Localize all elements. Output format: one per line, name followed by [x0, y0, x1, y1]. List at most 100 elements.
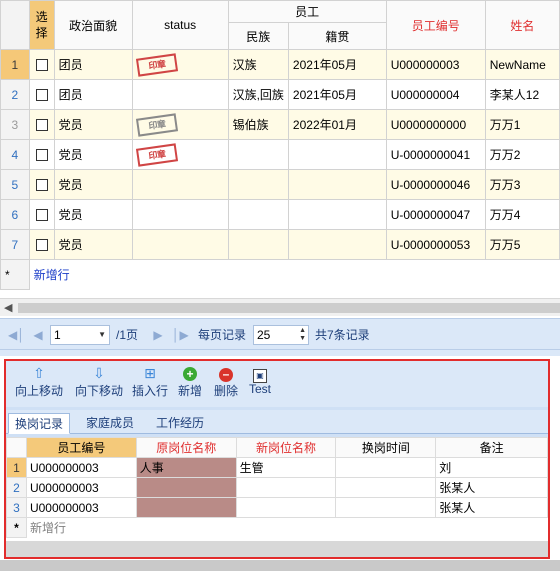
table-row[interactable]: 4 党员 印章 U-0000000041 万万2 — [0, 139, 560, 170]
status-cell[interactable]: 印章 — [131, 49, 229, 80]
status-cell[interactable] — [131, 229, 229, 260]
horizontal-scrollbar[interactable]: ◀ — [0, 298, 560, 316]
row-checkbox[interactable] — [28, 139, 55, 170]
ethnicity-cell[interactable] — [227, 139, 289, 170]
ethnicity-cell[interactable]: 汉族,回族 — [227, 79, 289, 110]
new-row[interactable]: * 新增行 — [6, 517, 548, 538]
status-cell[interactable] — [131, 199, 229, 230]
name-header[interactable]: 姓名 — [484, 0, 560, 50]
table-row[interactable]: 7 党员 U-0000000053 万万5 — [0, 229, 560, 260]
old-position-cell[interactable] — [135, 477, 237, 498]
table-row[interactable]: 1 团员 印章 汉族 2021年05月 U000000003 NewName — [0, 49, 560, 80]
table-row[interactable]: 3 U000000003 张某人 — [6, 497, 548, 518]
first-page-icon[interactable]: ◀│ — [8, 327, 25, 343]
status-cell[interactable]: 印章 — [131, 109, 229, 140]
new-position-cell[interactable] — [235, 477, 337, 498]
last-page-icon[interactable]: │▶ — [172, 327, 189, 343]
native-place-cell[interactable]: 2022年01月 — [287, 109, 387, 140]
employee-id-cell[interactable]: U000000004 — [385, 79, 486, 110]
table-row[interactable]: 6 党员 U-0000000047 万万4 — [0, 199, 560, 230]
status-cell[interactable] — [131, 169, 229, 200]
name-cell[interactable]: NewName — [484, 49, 560, 80]
employee-id-cell[interactable]: U-0000000053 — [385, 229, 486, 260]
test-button[interactable]: ▣ Test — [246, 364, 274, 396]
old-position-cell[interactable]: 人事 — [135, 457, 237, 478]
row-number[interactable]: 5 — [0, 169, 30, 200]
page-number-input[interactable]: 1 ▼ — [50, 325, 110, 345]
ethnicity-cell[interactable]: 汉族 — [227, 49, 289, 80]
employee-id-cell[interactable]: U-0000000047 — [385, 199, 486, 230]
remarks-cell[interactable]: 刘 — [435, 457, 548, 478]
name-cell[interactable]: 万万4 — [484, 199, 560, 230]
page-size-input[interactable]: 25 ▲ ▼ — [253, 325, 309, 345]
tab-family-members[interactable]: 家庭成员 — [80, 413, 140, 434]
row-number[interactable]: 3 — [0, 109, 30, 140]
native-place-header[interactable]: 籍贯 — [287, 22, 387, 50]
row-number[interactable]: 1 — [0, 49, 30, 80]
new-position-cell[interactable]: 生管 — [235, 457, 337, 478]
delete-button[interactable]: – 删除 — [212, 364, 240, 399]
political-cell[interactable]: 团员 — [53, 79, 133, 110]
status-cell[interactable] — [131, 79, 229, 110]
corner-cell[interactable] — [0, 0, 30, 50]
table-row[interactable]: 2 U000000003 张某人 — [6, 477, 548, 498]
political-cell[interactable]: 党员 — [53, 199, 133, 230]
move-down-button[interactable]: ⇩ 向下移动 — [72, 364, 126, 399]
row-number[interactable]: 6 — [0, 199, 30, 230]
table-row[interactable]: 1 U000000003 人事 生管 刘 — [6, 457, 548, 478]
political-header[interactable]: 政治面貌 — [53, 0, 133, 50]
political-cell[interactable]: 党员 — [53, 169, 133, 200]
ethnicity-cell[interactable] — [227, 199, 289, 230]
spinner-icon[interactable]: ▲ ▼ — [299, 327, 306, 343]
new-position-cell[interactable] — [235, 497, 337, 518]
row-number[interactable]: 1 — [6, 457, 27, 478]
remarks-header[interactable]: 备注 — [435, 437, 548, 458]
status-cell[interactable]: 印章 — [131, 139, 229, 170]
employee-id-cell[interactable]: U000000003 — [385, 49, 486, 80]
political-cell[interactable]: 党员 — [53, 229, 133, 260]
employee-id-header[interactable]: 员工编号 — [25, 437, 137, 458]
table-row[interactable]: 2 团员 汉族,回族 2021年05月 U000000004 李某人12 — [0, 79, 560, 110]
row-number[interactable]: 2 — [6, 477, 27, 498]
employee-id-cell[interactable]: U-0000000046 — [385, 169, 486, 200]
row-checkbox[interactable] — [28, 169, 55, 200]
ethnicity-cell[interactable] — [227, 169, 289, 200]
scrollbar-thumb[interactable] — [18, 303, 560, 313]
native-place-cell[interactable]: 2021年05月 — [287, 49, 387, 80]
employee-id-header[interactable]: 员工编号 — [385, 0, 486, 50]
employee-id-cell[interactable]: U000000003 — [25, 497, 137, 518]
name-cell[interactable]: 万万5 — [484, 229, 560, 260]
political-cell[interactable]: 党员 — [53, 109, 133, 140]
new-row[interactable]: * 新增行 — [0, 259, 560, 290]
name-cell[interactable]: 万万3 — [484, 169, 560, 200]
row-checkbox[interactable] — [28, 49, 55, 80]
table-row[interactable]: 3 党员 印章 锡伯族 2022年01月 U0000000000 万万1 — [0, 109, 560, 140]
native-place-cell[interactable]: 2021年05月 — [287, 79, 387, 110]
remarks-cell[interactable]: 张某人 — [435, 497, 548, 518]
change-time-cell[interactable] — [335, 477, 437, 498]
native-place-cell[interactable] — [287, 169, 387, 200]
row-number[interactable]: 3 — [6, 497, 27, 518]
next-page-icon[interactable]: ▶ — [150, 327, 166, 343]
tab-transfer-record[interactable]: 换岗记录 — [8, 413, 71, 434]
row-checkbox[interactable] — [28, 229, 55, 260]
employee-id-cell[interactable]: U000000003 — [25, 457, 137, 478]
status-header[interactable]: status — [131, 0, 229, 50]
row-checkbox[interactable] — [28, 109, 55, 140]
change-time-cell[interactable] — [335, 457, 437, 478]
move-up-button[interactable]: ⇧ 向上移动 — [12, 364, 66, 399]
change-time-header[interactable]: 换岗时间 — [335, 437, 437, 458]
ethnicity-cell[interactable]: 锡伯族 — [227, 109, 289, 140]
ethnicity-cell[interactable] — [227, 229, 289, 260]
name-cell[interactable]: 万万1 — [484, 109, 560, 140]
old-position-cell[interactable] — [135, 497, 237, 518]
employee-grid[interactable]: 选择 政治面貌 status 员工 员工编号 姓名 民族 籍贯 1 团员 印章 … — [0, 0, 560, 300]
new-row-label[interactable]: 新增行 — [29, 260, 559, 290]
native-place-cell[interactable] — [287, 139, 387, 170]
row-checkbox[interactable] — [28, 79, 55, 110]
new-position-header[interactable]: 新岗位名称 — [235, 437, 337, 458]
employee-id-cell[interactable]: U000000003 — [25, 477, 137, 498]
corner-cell[interactable] — [6, 437, 27, 458]
tab-work-experience[interactable]: 工作经历 — [150, 413, 210, 434]
native-place-cell[interactable] — [287, 199, 387, 230]
